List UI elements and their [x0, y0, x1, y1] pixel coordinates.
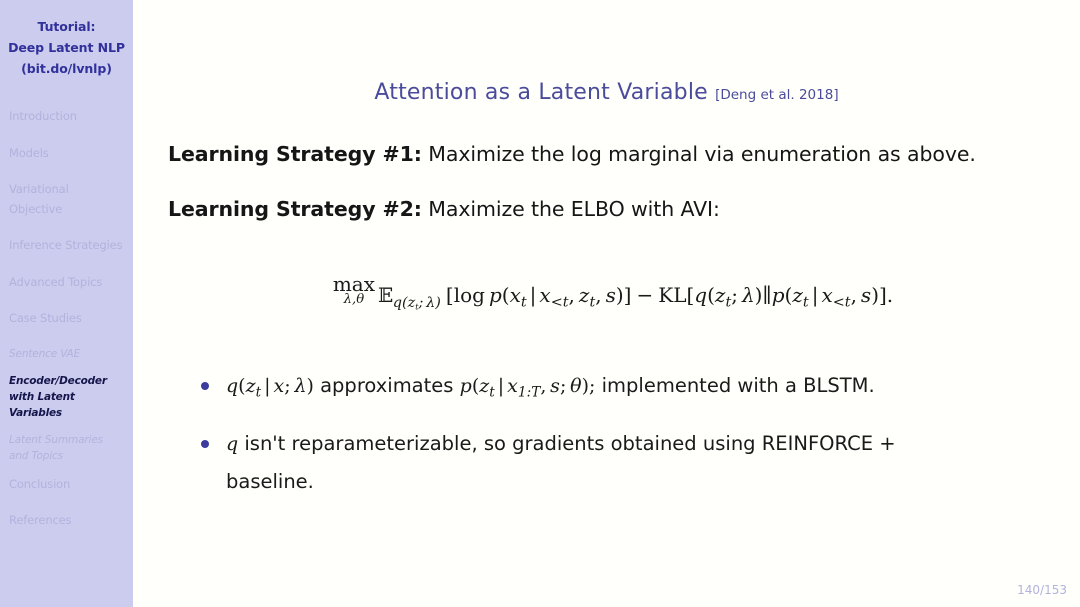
elbo-equation: max λ,θ 𝔼q(zt; λ) [log p(xt | x<t, zt, s)] −…: [168, 274, 1058, 311]
page-number: 140/153: [1017, 583, 1067, 597]
sidebar-item-introduction[interactable]: Introduction: [0, 107, 133, 127]
list-item: q isn't reparameterizable, so gradients …: [201, 425, 1058, 501]
slide: Tutorial: Deep Latent NLP (bit.do/lvnlp)…: [0, 0, 1080, 607]
sidebar-item-case-studies[interactable]: Case Studies: [0, 309, 133, 329]
bullet-1-text-1: approximates: [320, 374, 454, 397]
sidebar-item-advanced-topics[interactable]: Advanced Topics: [0, 273, 133, 293]
expectation-symbol: 𝔼: [378, 283, 393, 307]
bullet-1-math-1: q(zt | x; λ): [226, 375, 314, 401]
sidebar-navigation: Tutorial: Deep Latent NLP (bit.do/lvnlp)…: [0, 0, 133, 607]
page-title: Attention as a Latent Variable [Deng et …: [133, 80, 1080, 105]
sidebar-item-sentence-vae[interactable]: Sentence VAE: [0, 346, 133, 362]
sidebar-item-encoder-decoder-with-latent-variables[interactable]: Encoder/Decoder with Latent Variables: [0, 373, 133, 421]
slide-content: Learning Strategy #1: Maximize the log m…: [168, 140, 1058, 515]
sidebar-item-references[interactable]: References: [0, 511, 133, 531]
bullet-dot-icon: [201, 440, 209, 449]
title-citation: [Deng et al. 2018]: [715, 87, 839, 103]
learning-strategy-1-text: Maximize the log marginal via enumeratio…: [428, 142, 976, 166]
sidebar-title: Tutorial: Deep Latent NLP (bit.do/lvnlp): [0, 16, 133, 79]
learning-strategy-2: Learning Strategy #2: Maximize the ELBO …: [168, 195, 1058, 223]
sidebar-title-line-1: Tutorial:: [37, 19, 96, 34]
list-item: q(zt | x; λ) approximates p(zt | x1:T, s; θ)…: [201, 367, 1058, 411]
learning-strategy-1-label: Learning Strategy #1:: [168, 142, 422, 166]
equation-log-term: [log p(xt | x<t, zt, s)]: [445, 283, 632, 311]
sidebar-item-conclusion[interactable]: Conclusion: [0, 475, 133, 495]
equation-minus: −: [636, 283, 654, 307]
expectation-subscript: q(zt; λ): [392, 294, 441, 311]
table-of-contents: Introduction Models Variational Objectiv…: [0, 107, 133, 531]
bullet-dot-icon: [201, 382, 209, 390]
bullet-1-text-2: implemented with a BLSTM.: [601, 374, 875, 397]
bullet-2-math-1: q: [226, 433, 239, 456]
bullet-list: q(zt | x; λ) approximates p(zt | x1:T, s; θ)…: [168, 367, 1058, 501]
max-operator: max λ,θ: [333, 274, 375, 306]
learning-strategy-2-text: Maximize the ELBO with AVI:: [428, 197, 720, 221]
sidebar-title-line-2: Deep Latent NLP: [8, 40, 125, 55]
bullet-2-text-1: isn't reparameterizable, so gradients ob…: [244, 432, 896, 456]
bullet-2-text-2: baseline.: [226, 470, 314, 494]
sidebar-item-models[interactable]: Models: [0, 144, 133, 164]
slide-body: Attention as a Latent Variable [Deng et …: [133, 0, 1080, 607]
sidebar-item-variational-objective[interactable]: Variational Objective: [0, 180, 133, 219]
equation-kl-term: KL[q(zt; λ)∥p(zt | x<t, s)].: [658, 283, 894, 311]
page-title-text: Attention as a Latent Variable: [374, 80, 708, 105]
sidebar-title-line-3: (bit.do/lvnlp): [21, 61, 112, 76]
learning-strategy-1: Learning Strategy #1: Maximize the log m…: [168, 140, 1058, 168]
learning-strategy-2-label: Learning Strategy #2:: [168, 197, 422, 221]
sidebar-item-inference-strategies[interactable]: Inference Strategies: [0, 236, 133, 256]
sidebar-item-latent-summaries-and-topics[interactable]: Latent Summaries and Topics: [0, 432, 133, 464]
bullet-1-math-2: p(zt | x1:T, s; θ);: [459, 375, 596, 401]
